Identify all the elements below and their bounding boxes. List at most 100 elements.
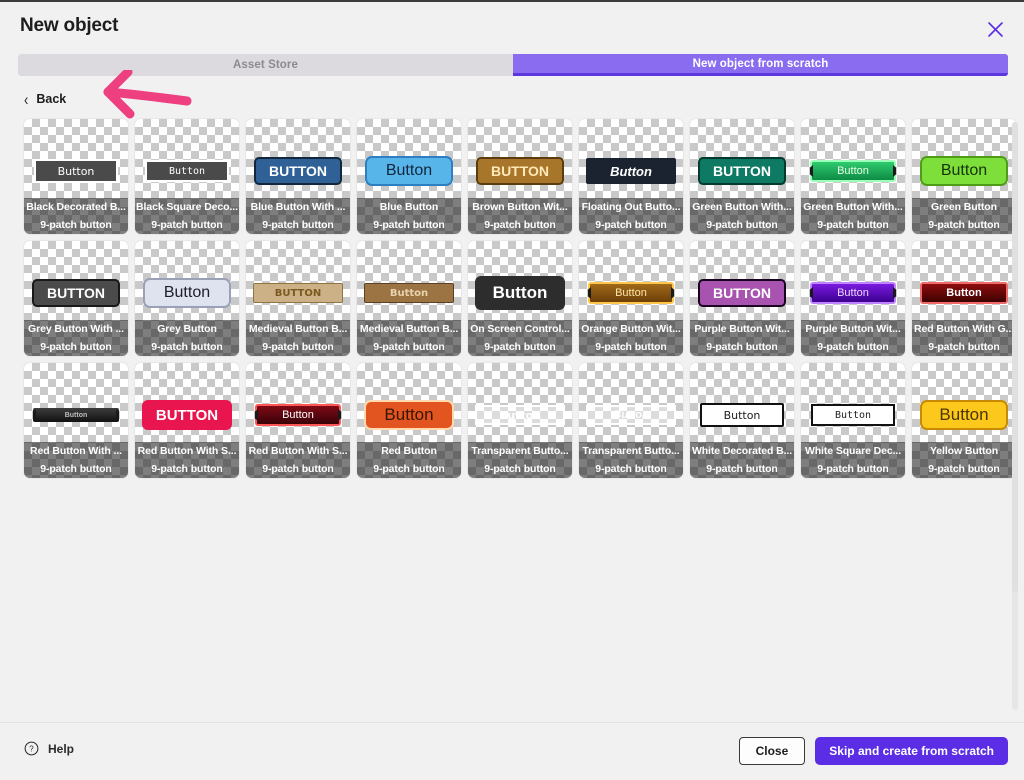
button-preview-body: Button (920, 282, 1008, 304)
asset-card-preview: Button (912, 393, 1016, 437)
button-preview-text: Button (64, 411, 88, 419)
scrollbar-thumb[interactable] (1012, 122, 1018, 592)
asset-card-name: On Screen Control... (468, 320, 572, 338)
asset-card[interactable]: Button On Screen Control... 9-patch button (468, 241, 572, 356)
asset-card-preview: Button (24, 393, 128, 437)
asset-card[interactable]: Button Green Button 9-patch button (912, 119, 1016, 234)
asset-card[interactable]: Button Medieval Button B... 9-patch button (357, 241, 461, 356)
asset-card-preview: BUTTON (246, 271, 350, 315)
button-preview-body: BUTTON (253, 283, 343, 303)
asset-card-name: Red Button With G... (912, 320, 1016, 338)
button-preview-body: Button (34, 159, 118, 183)
button-preview-body: Button (364, 283, 454, 303)
asset-card-preview: Button (579, 271, 683, 315)
asset-card-preview: Button (357, 393, 461, 437)
back-button[interactable]: ‹ Back (24, 91, 66, 107)
asset-card[interactable]: BUTTON Medieval Button B... 9-patch button (246, 241, 350, 356)
close-icon[interactable] (982, 16, 1008, 42)
asset-card-kind: 9-patch button (579, 338, 683, 356)
asset-card-name: Purple Button Wit... (690, 320, 794, 338)
asset-grid-scroll-area[interactable]: Button Black Decorated B... 9-patch button… (0, 115, 1024, 720)
arrow-decoration (810, 165, 813, 177)
asset-card-preview: BUTTON (24, 271, 128, 315)
button-preview: BUTTON (142, 400, 232, 430)
question-circle-icon: ? (24, 741, 39, 756)
asset-card[interactable]: BUTTON Green Button With... 9-patch button (690, 119, 794, 234)
asset-card[interactable]: Button Orange Button Wit... 9-patch button (579, 241, 683, 356)
help-button[interactable]: ? Help (24, 741, 74, 756)
asset-card[interactable]: BUTTON Grey Button With ... 9-patch button (24, 241, 128, 356)
button-preview-text: Button (57, 164, 95, 178)
asset-card-preview: Button (579, 149, 683, 193)
button-preview: Button (33, 408, 119, 422)
button-preview-text: BUTTON (268, 163, 328, 179)
asset-card-preview: Button (912, 149, 1016, 193)
asset-card-kind: 9-patch button (357, 460, 461, 478)
arrow-decoration (116, 409, 119, 421)
asset-card-preview: Button (579, 393, 683, 437)
asset-card[interactable]: BUTTON Red Button With S... 9-patch button (135, 363, 239, 478)
button-preview: Button (920, 282, 1008, 304)
button-preview-text: Button (282, 409, 314, 421)
close-button[interactable]: Close (738, 737, 806, 765)
button-preview-body: BUTTON (142, 400, 232, 430)
asset-card-preview: Button (357, 271, 461, 315)
asset-card[interactable]: Button Red Button With ... 9-patch button (24, 363, 128, 478)
arrow-decoration (588, 287, 591, 299)
asset-card-name: Orange Button Wit... (579, 320, 683, 338)
skip-and-create-from-scratch-button[interactable]: Skip and create from scratch (815, 737, 1008, 765)
bracket-decoration (34, 161, 36, 181)
asset-card[interactable]: BUTTON Brown Button Wit... 9-patch button (468, 119, 572, 234)
asset-card-kind: 9-patch button (357, 216, 461, 234)
asset-card-labels: Orange Button Wit... 9-patch button (579, 320, 683, 356)
button-preview: BUTTON (698, 157, 786, 185)
button-preview-body: Button (475, 276, 565, 310)
button-preview-body: Button (586, 405, 676, 425)
scrollbar[interactable] (1012, 122, 1018, 710)
asset-card[interactable]: Button Red Button With S... 9-patch button (246, 363, 350, 478)
button-preview-text: BUTTON (274, 287, 322, 299)
asset-card[interactable]: Button Black Square Deco... 9-patch button (135, 119, 239, 234)
button-preview: Button (143, 278, 231, 308)
asset-card-kind: 9-patch button (801, 216, 905, 234)
asset-card-kind: 9-patch button (912, 460, 1016, 478)
arrow-decoration (893, 287, 896, 299)
asset-card-preview: BUTTON (468, 149, 572, 193)
button-preview-body: Button (920, 400, 1008, 430)
asset-card[interactable]: Button Red Button 9-patch button (357, 363, 461, 478)
asset-card[interactable]: Button Green Button With... 9-patch button (801, 119, 905, 234)
asset-card-name: Red Button With S... (135, 442, 239, 460)
bracket-decoration (227, 162, 229, 180)
bracket-decoration (811, 406, 813, 424)
asset-card[interactable]: Button Grey Button 9-patch button (135, 241, 239, 356)
asset-card[interactable]: Button Red Button With G... 9-patch button (912, 241, 1016, 356)
button-preview: Button (700, 403, 784, 427)
asset-card[interactable]: Button Yellow Button 9-patch button (912, 363, 1016, 478)
asset-card-kind: 9-patch button (579, 216, 683, 234)
asset-card[interactable]: BUTTON Purple Button Wit... 9-patch button (690, 241, 794, 356)
footer-actions: Close Skip and create from scratch (738, 737, 1008, 765)
asset-card[interactable]: Button Blue Button 9-patch button (357, 119, 461, 234)
dialog-footer: ? Help Close Skip and create from scratc… (0, 722, 1024, 780)
asset-card-kind: 9-patch button (135, 338, 239, 356)
button-preview-text: BUTTON (712, 285, 772, 301)
button-preview: BUTTON (32, 279, 120, 307)
button-preview-text: Button (610, 163, 652, 179)
help-label: Help (48, 741, 75, 756)
asset-card[interactable]: Button Purple Button Wit... 9-patch button (801, 241, 905, 356)
button-preview: Button (810, 160, 896, 182)
asset-card[interactable]: Button Floating Out Butto... 9-patch butto… (579, 119, 683, 234)
asset-card[interactable]: Button White Square Dec... 9-patch button (801, 363, 905, 478)
asset-card[interactable]: Button White Decorated B... 9-patch button (690, 363, 794, 478)
asset-card-preview: BUTTON (690, 149, 794, 193)
button-preview-text: Button (723, 408, 761, 422)
tab-new-object-from-scratch[interactable]: New object from scratch (513, 54, 1008, 76)
asset-card-kind: 9-patch button (468, 460, 572, 478)
asset-card[interactable]: BUTTON Blue Button With ... 9-patch button (246, 119, 350, 234)
asset-card-labels: Black Square Deco... 9-patch button (135, 198, 239, 234)
asset-card-labels: Medieval Button B... 9-patch button (246, 320, 350, 356)
asset-card[interactable]: Button Transparent Butto... 9-patch button (468, 363, 572, 478)
tab-asset-store[interactable]: Asset Store (18, 54, 513, 76)
asset-card[interactable]: Button Transparent Butto... 9-patch button (579, 363, 683, 478)
asset-card[interactable]: Button Black Decorated B... 9-patch button (24, 119, 128, 234)
